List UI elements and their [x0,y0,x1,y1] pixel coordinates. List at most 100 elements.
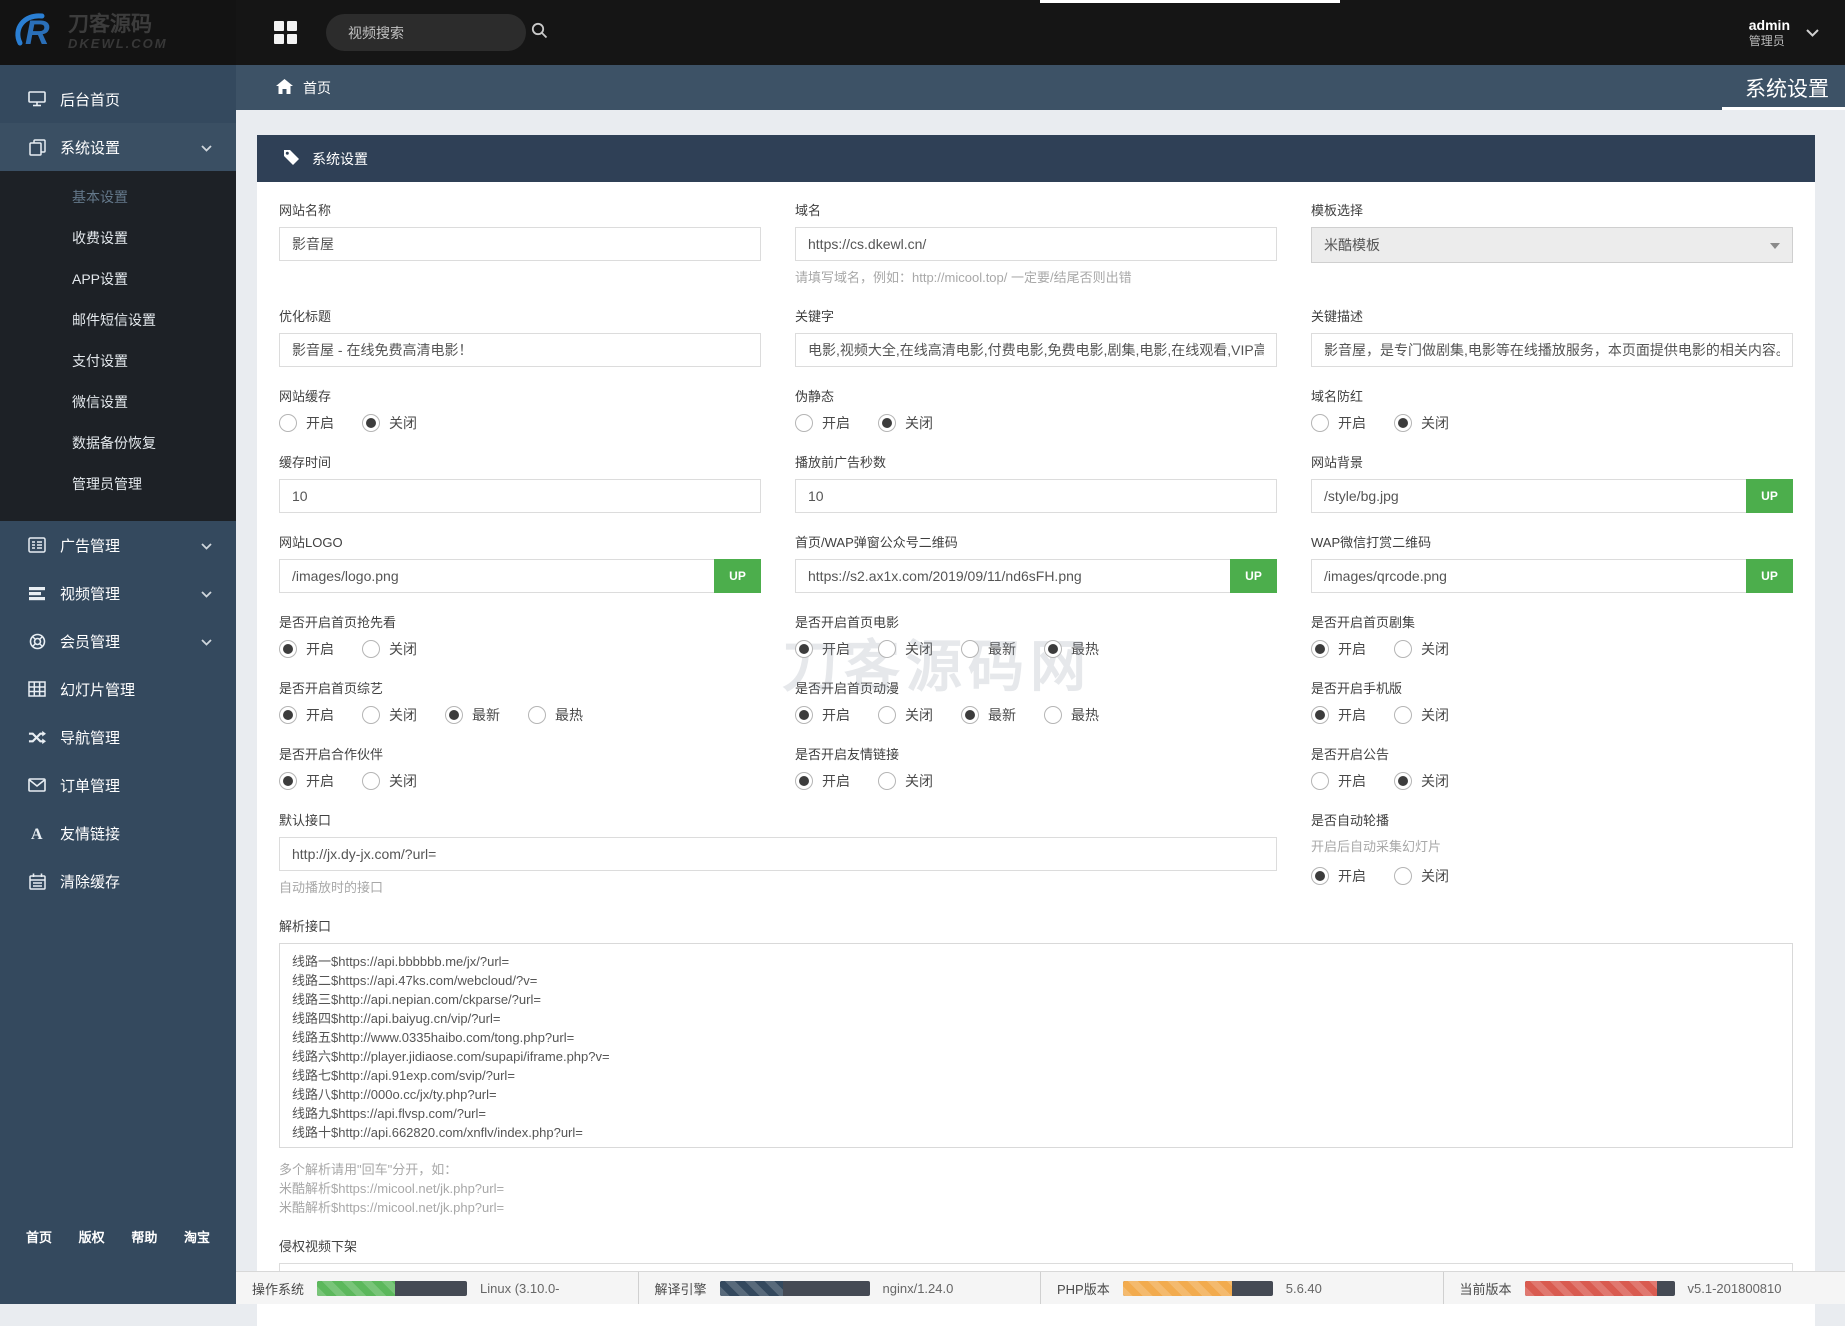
sidebar-item[interactable]: 幻灯片管理 [0,665,236,713]
radio-checked-icon[interactable] [1394,414,1412,432]
radio-unchecked-icon[interactable] [279,414,297,432]
radio-unchecked-icon[interactable] [1394,706,1412,724]
search-input[interactable] [346,24,531,42]
radio-option[interactable]: 关闭 [1394,639,1449,659]
radio-option[interactable]: 关闭 [878,413,933,433]
radio-option[interactable]: 最热 [528,705,583,725]
text-input[interactable] [795,333,1277,367]
radio-option[interactable]: 关闭 [362,705,417,725]
radio-unchecked-icon[interactable] [1394,640,1412,658]
radio-option[interactable]: 开启 [795,705,850,725]
radio-option[interactable]: 开启 [795,639,850,659]
sidebar-item[interactable]: 导航管理 [0,713,236,761]
upload-button[interactable]: UP [1746,559,1793,593]
upload-path-input[interactable] [279,559,714,593]
sidebar-item[interactable]: 清除缓存 [0,857,236,905]
sidebar-subitem[interactable]: 收费设置 [0,218,236,259]
sidebar-footer-link[interactable]: 首页 [26,1227,52,1246]
radio-unchecked-icon[interactable] [961,640,979,658]
radio-option[interactable]: 最热 [1044,705,1099,725]
radio-option[interactable]: 关闭 [362,639,417,659]
select-input[interactable]: 米酷模板 [1311,227,1793,263]
radio-unchecked-icon[interactable] [878,772,896,790]
app-logo[interactable]: R 刀客源码 DKEWL.COM [0,0,236,65]
text-input[interactable] [279,479,761,513]
sidebar-footer-link[interactable]: 版权 [79,1227,105,1246]
radio-option[interactable]: 开启 [1311,866,1366,886]
radio-checked-icon[interactable] [279,772,297,790]
radio-option[interactable]: 开启 [1311,771,1366,791]
sidebar-item[interactable]: A友情链接 [0,809,236,857]
active-page-title[interactable]: 系统设置 [1745,65,1829,110]
radio-unchecked-icon[interactable] [878,706,896,724]
radio-option[interactable]: 开启 [1311,639,1366,659]
radio-option[interactable]: 关闭 [362,771,417,791]
radio-checked-icon[interactable] [795,772,813,790]
radio-option[interactable]: 关闭 [1394,771,1449,791]
sidebar-item[interactable]: 会员管理 [0,617,236,665]
radio-option[interactable]: 开启 [279,771,334,791]
sidebar-subitem[interactable]: 支付设置 [0,341,236,382]
radio-unchecked-icon[interactable] [362,772,380,790]
radio-checked-icon[interactable] [362,414,380,432]
radio-checked-icon[interactable] [1044,640,1062,658]
radio-unchecked-icon[interactable] [1311,772,1329,790]
text-input[interactable] [279,837,1277,871]
radio-unchecked-icon[interactable] [1394,867,1412,885]
sidebar-subitem[interactable]: 微信设置 [0,382,236,423]
radio-checked-icon[interactable] [961,706,979,724]
radio-option[interactable]: 关闭 [1394,705,1449,725]
text-input[interactable] [795,479,1277,513]
text-input[interactable] [279,227,761,261]
sidebar-item[interactable]: 订单管理 [0,761,236,809]
sidebar-item[interactable]: 系统设置 [0,123,236,171]
upload-path-input[interactable] [795,559,1230,593]
radio-option[interactable]: 关闭 [878,639,933,659]
radio-unchecked-icon[interactable] [528,706,546,724]
sidebar-footer-link[interactable]: 淘宝 [184,1227,210,1246]
search-icon[interactable] [531,22,548,44]
text-input[interactable] [1311,333,1793,367]
radio-option[interactable]: 开启 [795,413,850,433]
text-input[interactable] [279,333,761,367]
radio-option[interactable]: 关闭 [362,413,417,433]
radio-checked-icon[interactable] [279,640,297,658]
radio-checked-icon[interactable] [279,706,297,724]
radio-unchecked-icon[interactable] [362,706,380,724]
radio-option[interactable]: 最新 [445,705,500,725]
admin-menu[interactable]: admin 管理员 [1749,0,1819,65]
radio-unchecked-icon[interactable] [1311,414,1329,432]
radio-option[interactable]: 最新 [961,639,1016,659]
radio-option[interactable]: 最热 [1044,639,1099,659]
sidebar-subitem[interactable]: 邮件短信设置 [0,300,236,341]
sidebar-item[interactable]: 视频管理 [0,569,236,617]
sidebar-item[interactable]: 广告管理 [0,521,236,569]
radio-option[interactable]: 开启 [279,413,334,433]
radio-option[interactable]: 开启 [795,771,850,791]
radio-checked-icon[interactable] [1311,867,1329,885]
sidebar-item[interactable]: 后台首页 [0,75,236,123]
upload-button[interactable]: UP [1746,479,1793,513]
radio-option[interactable]: 关闭 [1394,413,1449,433]
apps-grid-icon[interactable] [274,21,297,44]
radio-option[interactable]: 开启 [279,639,334,659]
radio-option[interactable]: 最新 [961,705,1016,725]
radio-checked-icon[interactable] [1311,640,1329,658]
sidebar-subitem[interactable]: 管理员管理 [0,464,236,505]
radio-option[interactable]: 关闭 [878,771,933,791]
radio-checked-icon[interactable] [795,706,813,724]
radio-unchecked-icon[interactable] [1044,706,1062,724]
radio-unchecked-icon[interactable] [362,640,380,658]
radio-checked-icon[interactable] [445,706,463,724]
radio-option[interactable]: 关闭 [878,705,933,725]
sidebar-subitem[interactable]: 数据备份恢复 [0,423,236,464]
upload-button[interactable]: UP [714,559,761,593]
breadcrumb-home[interactable]: 首页 [236,65,1845,110]
radio-unchecked-icon[interactable] [795,414,813,432]
radio-unchecked-icon[interactable] [878,640,896,658]
sidebar-subitem[interactable]: APP设置 [0,259,236,300]
upload-path-input[interactable] [1311,559,1746,593]
radio-checked-icon[interactable] [1311,706,1329,724]
radio-option[interactable]: 开启 [279,705,334,725]
sidebar-subitem[interactable]: 基本设置 [0,177,236,218]
